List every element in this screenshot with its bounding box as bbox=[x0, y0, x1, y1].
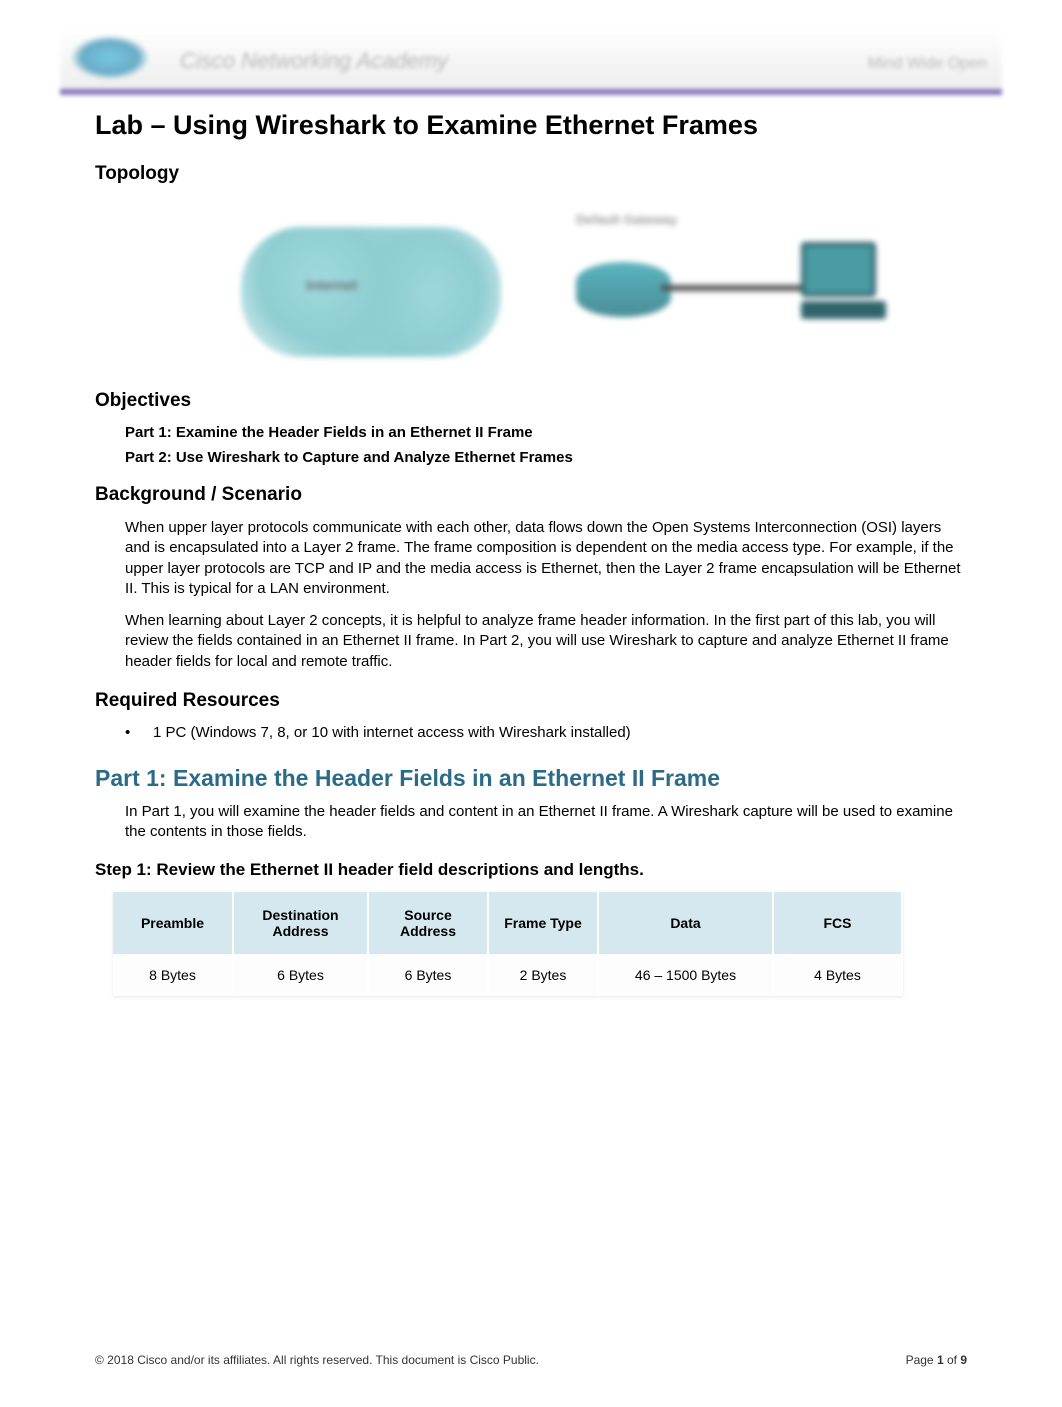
th-frame-type: Frame Type bbox=[488, 892, 598, 954]
page-label-prefix: Page bbox=[906, 1353, 937, 1367]
header-right-text: Mind Wide Open bbox=[868, 55, 987, 73]
background-para-1: When upper layer protocols communicate w… bbox=[125, 518, 967, 599]
td-preamble: 8 Bytes bbox=[113, 954, 233, 996]
topology-heading: Topology bbox=[95, 163, 967, 185]
page-header-banner: Cisco Networking Academy Mind Wide Open bbox=[60, 30, 1002, 95]
page-total: 9 bbox=[960, 1353, 967, 1367]
internet-cloud-icon bbox=[241, 227, 501, 357]
objectives-item-1: Part 1: Examine the Header Fields in an … bbox=[125, 424, 967, 441]
document-content: Lab – Using Wireshark to Examine Etherne… bbox=[0, 95, 1062, 996]
background-heading: Background / Scenario bbox=[95, 484, 967, 506]
th-dest-addr: Destination Address bbox=[233, 892, 368, 954]
td-data: 46 – 1500 Bytes bbox=[598, 954, 773, 996]
cloud-label: Internet bbox=[306, 277, 357, 293]
th-src-addr: Source Address bbox=[368, 892, 488, 954]
resources-heading: Required Resources bbox=[95, 690, 967, 712]
resources-bullet: • 1 PC (Windows 7, 8, or 10 with interne… bbox=[125, 724, 967, 741]
part1-para-1: In Part 1, you will examine the header f… bbox=[125, 802, 967, 843]
table-header-row: Preamble Destination Address Source Addr… bbox=[113, 892, 902, 954]
pc-icon bbox=[801, 242, 896, 322]
page-current: 1 bbox=[937, 1353, 944, 1367]
lab-title: Lab – Using Wireshark to Examine Etherne… bbox=[95, 110, 967, 141]
ethernet-header-table: Preamble Destination Address Source Addr… bbox=[113, 892, 903, 996]
bullet-icon: • bbox=[125, 724, 153, 741]
header-brand-text: Cisco Networking Academy bbox=[180, 48, 448, 74]
th-preamble: Preamble bbox=[113, 892, 233, 954]
network-link-icon bbox=[661, 285, 811, 291]
background-para-2: When learning about Layer 2 concepts, it… bbox=[125, 611, 967, 672]
step1-heading: Step 1: Review the Ethernet II header fi… bbox=[95, 860, 967, 880]
td-dest-addr: 6 Bytes bbox=[233, 954, 368, 996]
objectives-item-2: Part 2: Use Wireshark to Capture and Ana… bbox=[125, 449, 967, 466]
cisco-logo bbox=[70, 35, 150, 80]
td-fcs: 4 Bytes bbox=[773, 954, 902, 996]
table-row: 8 Bytes 6 Bytes 6 Bytes 2 Bytes 46 – 150… bbox=[113, 954, 902, 996]
resources-item-1: 1 PC (Windows 7, 8, or 10 with internet … bbox=[153, 724, 631, 741]
footer-copyright: © 2018 Cisco and/or its affiliates. All … bbox=[95, 1353, 539, 1367]
th-data: Data bbox=[598, 892, 773, 954]
footer-page-number: Page 1 of 9 bbox=[906, 1353, 967, 1367]
page-sep: of bbox=[944, 1353, 961, 1367]
topology-diagram: Internet Default Gateway bbox=[181, 197, 881, 372]
objectives-heading: Objectives bbox=[95, 390, 967, 412]
router-label: Default Gateway bbox=[576, 212, 677, 227]
part1-heading: Part 1: Examine the Header Fields in an … bbox=[95, 765, 967, 792]
td-frame-type: 2 Bytes bbox=[488, 954, 598, 996]
router-icon bbox=[576, 262, 671, 317]
page-footer: © 2018 Cisco and/or its affiliates. All … bbox=[95, 1353, 967, 1367]
th-fcs: FCS bbox=[773, 892, 902, 954]
td-src-addr: 6 Bytes bbox=[368, 954, 488, 996]
